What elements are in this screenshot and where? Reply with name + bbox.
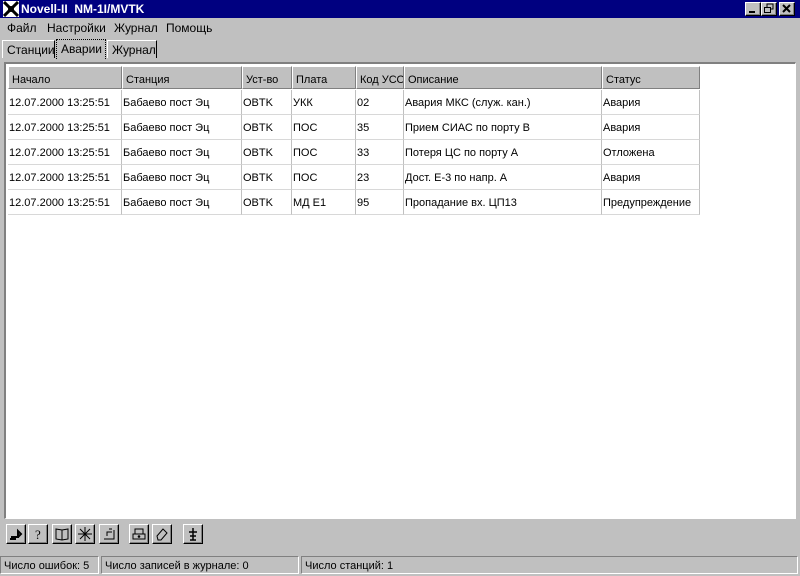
- cell-description: Потеря ЦС по порту A: [404, 140, 602, 165]
- cell-board: УКК: [292, 90, 356, 115]
- cell-uso-code: 95: [356, 190, 404, 215]
- column-header-device[interactable]: Уст-во: [242, 66, 292, 89]
- cell-board: ПОС: [292, 115, 356, 140]
- tab-alarms[interactable]: Аварии: [56, 39, 106, 59]
- title-bar: Novell-II NM-1I/MVTK: [0, 0, 800, 18]
- cell-description: Дост. Е-3 по напр. А: [404, 165, 602, 190]
- restore-button[interactable]: [761, 2, 777, 16]
- status-bar: Число ошибок: 5 Число записей в журнале:…: [0, 555, 800, 576]
- cell-status: Авария: [602, 115, 700, 140]
- minimize-icon: [749, 11, 755, 13]
- cell-start: 12.07.2000 13:25:51: [8, 115, 122, 140]
- cell-board: ПОС: [292, 140, 356, 165]
- exit-button[interactable]: [6, 524, 26, 544]
- print-icon: [132, 528, 146, 540]
- status-station-count: Число станций: 1: [301, 556, 798, 574]
- clear-button[interactable]: [152, 524, 172, 544]
- cell-start: 12.07.2000 13:25:51: [8, 165, 122, 190]
- restore-icon: [764, 3, 774, 13]
- menu-bar: Файл Настройки Журнал Помощь: [0, 19, 800, 37]
- clear-icon: [156, 528, 168, 541]
- column-header-start[interactable]: Начало: [8, 66, 122, 89]
- tab-stations[interactable]: Станции: [2, 40, 55, 58]
- cell-status: Авария: [602, 90, 700, 115]
- cell-board: ПОС: [292, 165, 356, 190]
- table-row[interactable]: 12.07.2000 13:25:51 Бабаево пост Эц OBTK ПО…: [8, 115, 700, 140]
- cell-board: МД Е1: [292, 190, 356, 215]
- cell-device: OBTK: [242, 90, 292, 115]
- cell-description: Прием СИАС по порту B: [404, 115, 602, 140]
- toolbar: ?: [0, 522, 800, 550]
- cell-status: Предупреждение: [602, 190, 700, 215]
- cell-start: 12.07.2000 13:25:51: [8, 190, 122, 215]
- cell-status: Авария: [602, 165, 700, 190]
- cell-start: 12.07.2000 13:25:51: [8, 90, 122, 115]
- table-row[interactable]: 12.07.2000 13:25:51 Бабаево пост Эц OBTK УК…: [8, 90, 700, 115]
- menu-file[interactable]: Файл: [7, 21, 37, 35]
- help-button[interactable]: ?: [28, 524, 48, 544]
- close-button[interactable]: [779, 2, 795, 16]
- column-header-board[interactable]: Плата: [292, 66, 356, 89]
- cell-device: OBTK: [242, 115, 292, 140]
- cell-uso-code: 33: [356, 140, 404, 165]
- cell-device: OBTK: [242, 190, 292, 215]
- close-icon: [782, 4, 791, 13]
- window-title: Novell-II NM-1I/MVTK: [21, 2, 145, 16]
- settings-icon: [104, 528, 115, 540]
- app-icon: [3, 1, 19, 17]
- antenna-icon: [189, 528, 197, 541]
- column-header-uso-code[interactable]: Код УСО: [356, 66, 404, 89]
- column-header-status[interactable]: Статус: [602, 66, 700, 89]
- status-error-count: Число ошибок: 5: [0, 556, 99, 574]
- settings-button[interactable]: [99, 524, 119, 544]
- column-header-station[interactable]: Станция: [122, 66, 242, 89]
- antenna-button[interactable]: [183, 524, 203, 544]
- status-journal-count: Число записей в журнале: 0: [101, 556, 299, 574]
- table-row[interactable]: 12.07.2000 13:25:51 Бабаево пост Эц OBTK ПО…: [8, 140, 700, 165]
- book-button[interactable]: [52, 524, 72, 544]
- cell-device: OBTK: [242, 140, 292, 165]
- cell-start: 12.07.2000 13:25:51: [8, 140, 122, 165]
- minimize-button[interactable]: [745, 2, 761, 16]
- cell-station: Бабаево пост Эц: [122, 140, 242, 165]
- cell-uso-code: 02: [356, 90, 404, 115]
- book-icon: [55, 528, 69, 541]
- cell-device: OBTK: [242, 165, 292, 190]
- network-icon: [78, 527, 92, 541]
- menu-help[interactable]: Помощь: [166, 21, 212, 35]
- exit-icon: [10, 528, 23, 540]
- table-row[interactable]: 12.07.2000 13:25:51 Бабаево пост Эц OBTK ПО…: [8, 165, 700, 190]
- tab-journal[interactable]: Журнал: [107, 40, 157, 58]
- cell-station: Бабаево пост Эц: [122, 190, 242, 215]
- print-button[interactable]: [129, 524, 149, 544]
- help-icon: ?: [35, 527, 41, 541]
- table-header: Начало Станция Уст-во Плата Код УСО Описание С…: [8, 66, 700, 89]
- cell-station: Бабаево пост Эц: [122, 115, 242, 140]
- cell-description: Авария МКС (служ. кан.): [404, 90, 602, 115]
- cell-station: Бабаево пост Эц: [122, 90, 242, 115]
- table-row[interactable]: 12.07.2000 13:25:51 Бабаево пост Эц OBTK МД…: [8, 190, 700, 215]
- cell-uso-code: 23: [356, 165, 404, 190]
- menu-journal[interactable]: Журнал: [114, 21, 158, 35]
- cell-uso-code: 35: [356, 115, 404, 140]
- alarms-table[interactable]: Начало Станция Уст-во Плата Код УСО Описание С…: [4, 62, 796, 519]
- svg-text:?: ?: [35, 527, 41, 541]
- cell-status: Отложена: [602, 140, 700, 165]
- cell-description: Пропадание вх. ЦП13: [404, 190, 602, 215]
- network-button[interactable]: [75, 524, 95, 544]
- cell-station: Бабаево пост Эц: [122, 165, 242, 190]
- column-header-description[interactable]: Описание: [404, 66, 602, 89]
- menu-settings[interactable]: Настройки: [47, 21, 106, 35]
